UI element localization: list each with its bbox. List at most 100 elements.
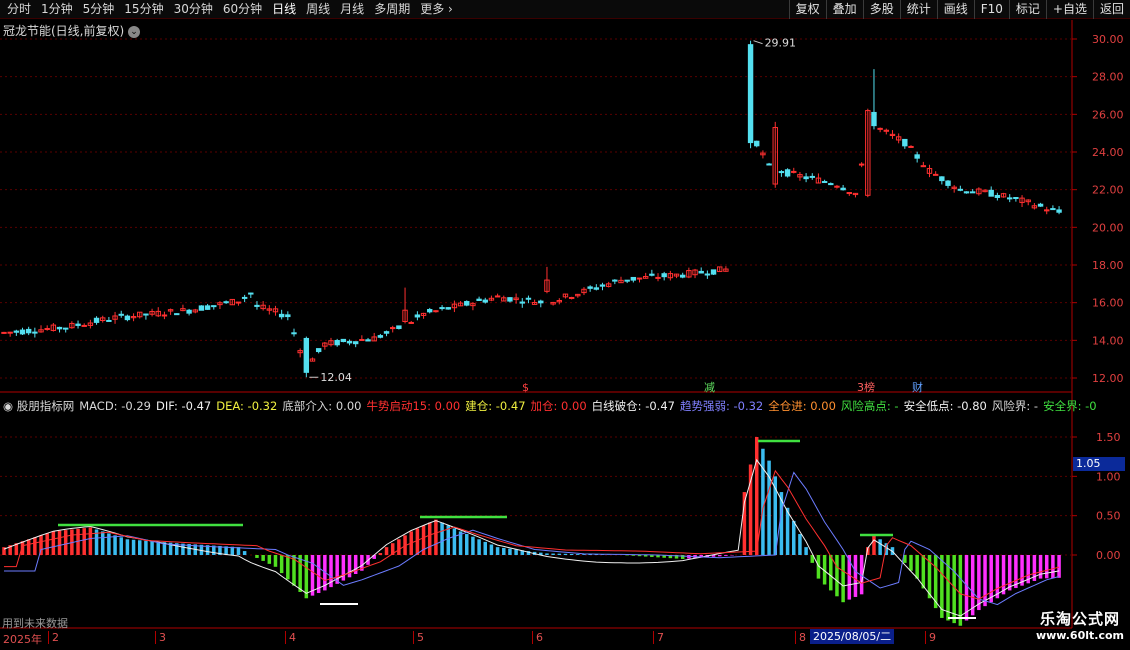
- candle-body: [1050, 208, 1056, 211]
- candle-body: [235, 301, 242, 304]
- month-label: 2: [48, 631, 59, 644]
- candle-body: [464, 301, 470, 306]
- candle-body: [44, 328, 50, 331]
- candle-body: [593, 287, 600, 290]
- period-tab[interactable]: 1分钟: [36, 0, 78, 19]
- candle-body: [809, 175, 815, 178]
- event-mark: 财: [912, 380, 923, 394]
- candle-body: [56, 326, 63, 330]
- toolbar-button[interactable]: 叠加: [825, 0, 863, 19]
- period-tab[interactable]: 分时: [2, 0, 36, 19]
- candle-body: [778, 171, 785, 174]
- high-price-label: 29.91: [765, 37, 797, 50]
- candle-body: [932, 173, 939, 176]
- candle-body: [223, 301, 229, 304]
- selected-date-box: 2025/08/05/二: [810, 629, 895, 644]
- candle-body: [118, 313, 124, 316]
- price-tick-label: 16.00: [1092, 297, 1124, 310]
- price-tick-label: 24.00: [1092, 146, 1124, 159]
- candle-body: [75, 323, 81, 326]
- candle-body: [340, 338, 347, 343]
- candle-body: [649, 273, 655, 276]
- candle-body: [124, 315, 131, 321]
- candle-body: [25, 328, 32, 334]
- candle-body: [106, 319, 112, 322]
- watermark: 乐淘公式网 www.60lt.com: [1036, 608, 1124, 642]
- month-label: 9: [925, 631, 936, 644]
- toolbar-button[interactable]: 多股: [862, 0, 900, 19]
- period-tab[interactable]: 60分钟: [218, 0, 267, 19]
- candle-body: [828, 183, 834, 186]
- period-tab[interactable]: 5分钟: [78, 0, 120, 19]
- period-tabs: 分时 1分钟 5分钟 15分钟 30分钟 60分钟 日线 周线 月线 多周期 更多 ›: [0, 0, 789, 19]
- toolbar-button[interactable]: 统计: [899, 0, 937, 19]
- watermark-url: www.60lt.com: [1035, 629, 1124, 642]
- ind-tick-label: 0.50: [1096, 510, 1121, 523]
- month-label: 7: [653, 631, 664, 644]
- indicator-name[interactable]: ◉ 股朋指标网: [3, 399, 74, 413]
- price-tick-label: 28.00: [1092, 71, 1124, 84]
- period-tab[interactable]: 日线: [267, 0, 301, 19]
- candle-body: [476, 298, 482, 302]
- toolbar-button[interactable]: F10: [973, 0, 1009, 19]
- indicator-value: 安全低点: -0.80: [903, 399, 987, 413]
- candle-body: [278, 313, 285, 318]
- candle-body: [365, 339, 371, 342]
- ind-tick-label: 0.00: [1096, 549, 1121, 562]
- indicator-value: 牛势启动15: 0.00: [366, 399, 461, 413]
- event-mark: $: [522, 381, 529, 394]
- candle-body: [19, 329, 26, 335]
- candle-body: [803, 176, 809, 180]
- period-tab[interactable]: 多周期: [369, 0, 415, 19]
- candle-body: [920, 165, 927, 168]
- period-tab[interactable]: 15分钟: [119, 0, 168, 19]
- toolbar-button[interactable]: 复权: [788, 0, 826, 19]
- toolbar-button[interactable]: 画线: [936, 0, 974, 19]
- candle-body: [519, 301, 525, 304]
- price-tick-label: 20.00: [1092, 221, 1124, 234]
- candle-body: [908, 145, 914, 148]
- toolbar-button[interactable]: 标记: [1008, 0, 1046, 19]
- indicator-value: 白线破仓: -0.47: [591, 399, 675, 413]
- price-tick-label: 22.00: [1092, 184, 1124, 197]
- candle-body: [858, 163, 865, 166]
- price-tick-label: 12.00: [1092, 372, 1124, 385]
- month-label: 4: [285, 631, 296, 644]
- period-tab[interactable]: 更多 ›: [415, 0, 458, 19]
- price-tick-label: 26.00: [1092, 108, 1124, 121]
- candle-body: [241, 296, 248, 299]
- candle-body: [840, 187, 846, 191]
- candle-body: [143, 313, 149, 316]
- period-tab[interactable]: 月线: [335, 0, 369, 19]
- candle-body: [390, 327, 396, 330]
- candle-body: [204, 305, 211, 310]
- period-tab[interactable]: 周线: [301, 0, 335, 19]
- candle-body: [359, 339, 365, 342]
- candle-body: [439, 307, 445, 310]
- candle-body: [186, 309, 192, 314]
- ind-tick-label: 1.00: [1096, 470, 1121, 483]
- toolbar-button[interactable]: 返回: [1092, 0, 1130, 19]
- candle-body: [1056, 209, 1062, 213]
- candle-body: [821, 181, 828, 184]
- candle-body: [698, 270, 704, 274]
- candle-body: [445, 307, 451, 310]
- toolbar-button[interactable]: +自选: [1045, 0, 1093, 19]
- candle-body: [1013, 197, 1019, 200]
- candle-body: [630, 276, 637, 281]
- indicator-title: ◉ 股朋指标网 MACD: -0.29 DIF: -0.47 DEA: -0.32 底部…: [3, 398, 1102, 414]
- kline-chart[interactable]: 30.00 28.00 26.00 24.00 22.00 20.00 18.00 16.00…: [0, 20, 1130, 630]
- price-tick-label: 18.00: [1092, 259, 1124, 272]
- candle-body: [704, 273, 711, 276]
- indicator-value: 全仓进: 0.00: [768, 399, 836, 413]
- watermark-title: 乐淘公式网: [1039, 610, 1120, 628]
- candle-body: [914, 154, 920, 159]
- candle-body: [612, 279, 618, 282]
- indicator-value: DIF: -0.47: [155, 399, 212, 413]
- candle-body: [427, 309, 433, 313]
- indicator-value: DEA: -0.32: [216, 399, 278, 413]
- price-tick-label: 14.00: [1092, 334, 1124, 347]
- future-data-note: 用到未来数据: [2, 617, 68, 630]
- period-tab[interactable]: 30分钟: [169, 0, 218, 19]
- candle-body: [63, 327, 69, 330]
